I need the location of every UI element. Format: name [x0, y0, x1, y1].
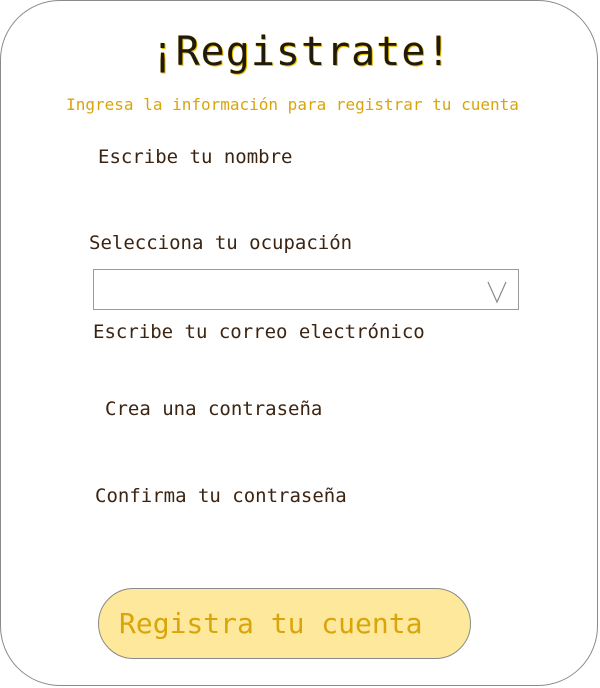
email-label: Escribe tu correo electrónico: [93, 321, 425, 343]
occupation-select[interactable]: [93, 269, 519, 310]
page-subtitle: Ingresa la información para registrar tu…: [66, 95, 519, 114]
chevron-down-icon: [486, 280, 508, 304]
name-label: Escribe tu nombre: [98, 146, 293, 168]
register-button[interactable]: Registra tu cuenta: [98, 588, 471, 659]
confirm-password-label: Confirma tu contraseña: [95, 485, 347, 507]
registration-card: ¡Registrate! Ingresa la información para…: [0, 0, 598, 686]
page-title: ¡Registrate!: [150, 29, 452, 75]
password-label: Crea una contraseña: [105, 398, 323, 420]
occupation-label: Selecciona tu ocupación: [89, 232, 353, 254]
